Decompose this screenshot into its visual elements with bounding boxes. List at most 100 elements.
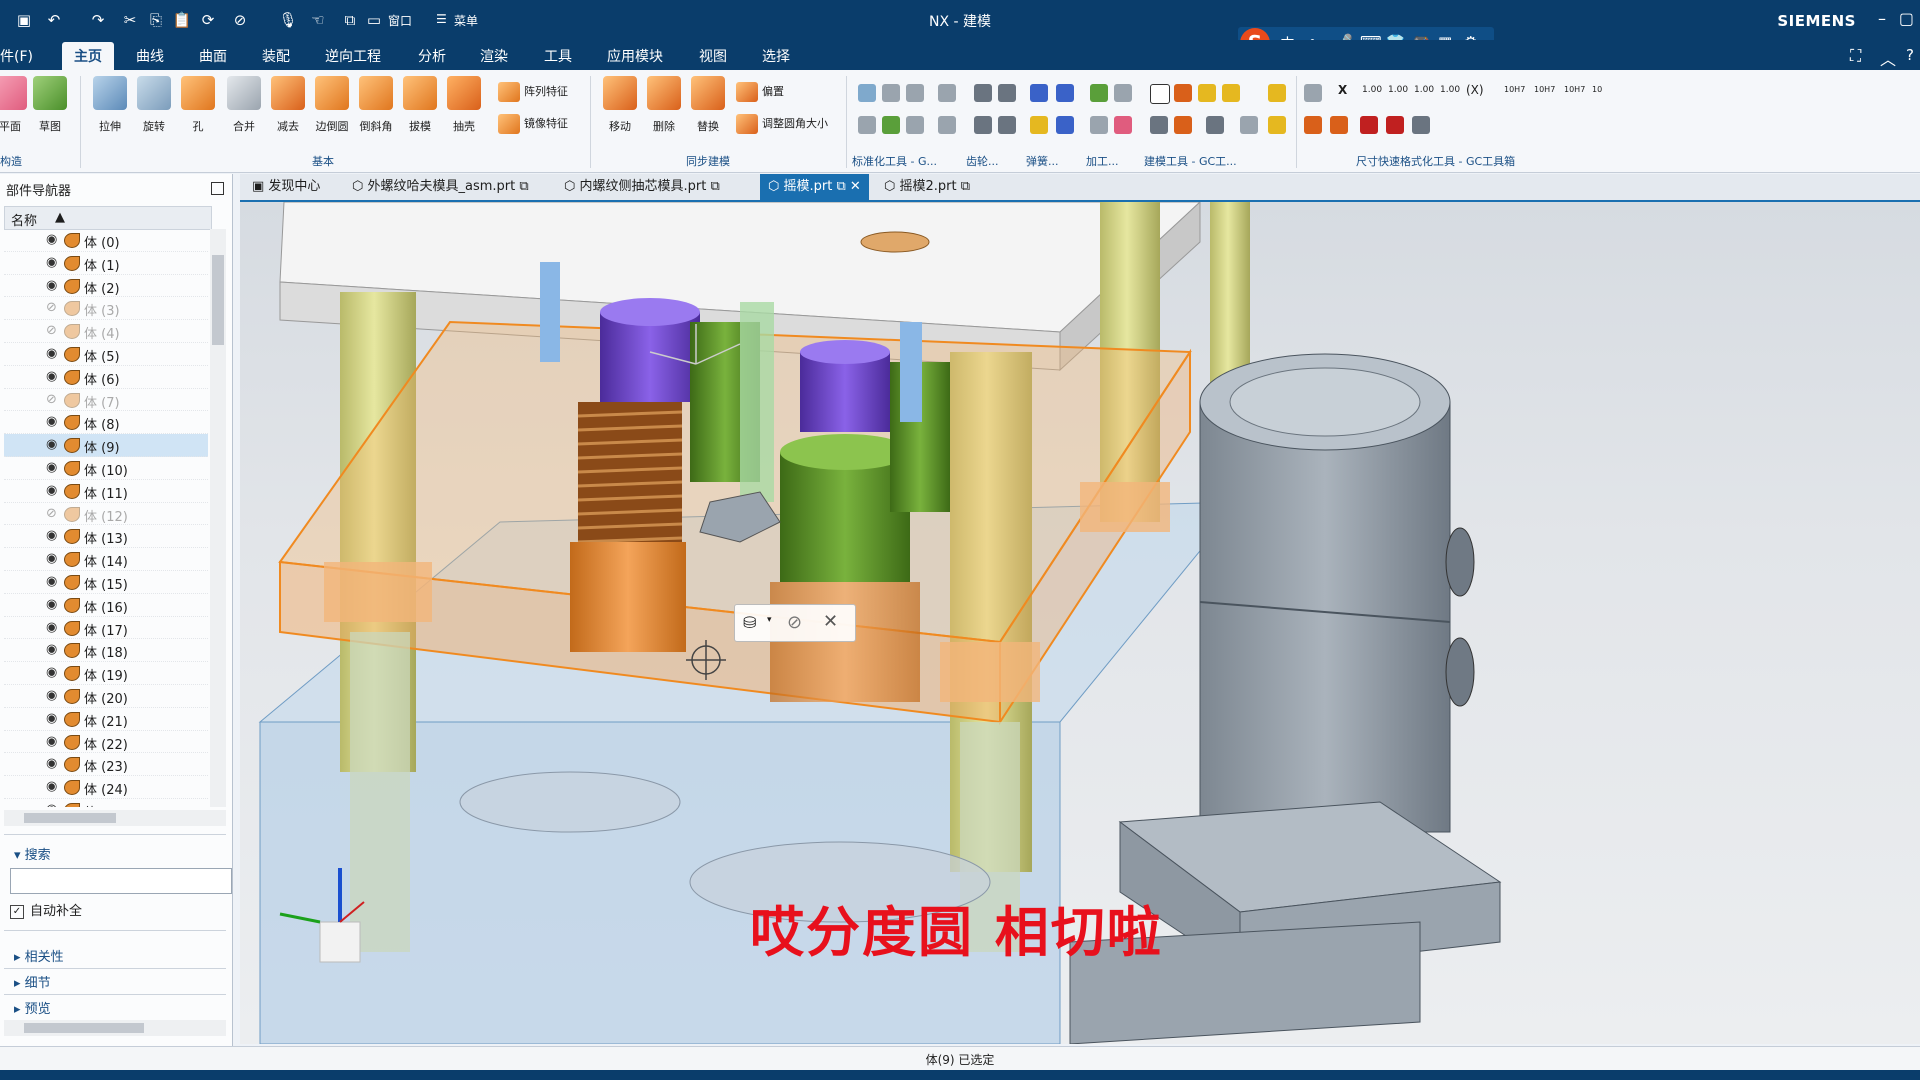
body-tree-node[interactable]: ⊘ 体 (3) — [4, 297, 208, 321]
body-tree-node[interactable]: ◉ 体 (2) — [4, 275, 208, 298]
group-spring-label[interactable]: 弹簧... — [1026, 153, 1059, 169]
hidden-eye-icon[interactable]: ⊘ — [46, 323, 57, 338]
dim-fit-2-button[interactable]: 10H7 — [1534, 78, 1555, 102]
tab-internal-thread-mold[interactable]: ⬡ 内螺纹侧抽芯模具.prt ⧉ — [556, 174, 728, 200]
draft-button[interactable]: 拔模 — [398, 76, 442, 134]
body-tree-node[interactable]: ◉ 体 (16) — [4, 594, 208, 617]
gc-tool-2-icon[interactable] — [1268, 116, 1286, 134]
std-tool-3-icon[interactable] — [906, 84, 924, 102]
popout-icon[interactable]: ⧉ — [706, 179, 719, 194]
visible-eye-icon[interactable]: ◉ — [46, 232, 57, 247]
revolve-button[interactable]: 旋转 — [132, 76, 176, 134]
popout-icon[interactable]: ⧉ — [832, 179, 845, 194]
help-icon[interactable]: ? — [1906, 46, 1914, 64]
subtract-button[interactable]: 减去 — [266, 76, 310, 134]
body-tree-node[interactable]: ◉ 体 (22) — [4, 731, 208, 754]
body-tree-node[interactable]: ◉ 体 (8) — [4, 411, 208, 435]
group-machining-label[interactable]: 加工... — [1086, 153, 1119, 169]
visible-eye-icon[interactable]: ◉ — [46, 734, 57, 749]
spring-tool-2-icon[interactable] — [1056, 84, 1074, 102]
scroll-thumb[interactable] — [24, 1023, 144, 1033]
visible-eye-icon[interactable]: ◉ — [46, 551, 57, 566]
name-column-header[interactable]: 名称 ▲ — [4, 206, 212, 230]
visible-eye-icon[interactable]: ◉ — [46, 665, 57, 680]
group-construct-label[interactable]: 构造 — [0, 153, 22, 169]
body-tree-node[interactable]: ◉ 体 (10) — [4, 457, 208, 480]
modeling-tool-1-icon[interactable] — [1150, 84, 1170, 104]
gear-tool-3-icon[interactable] — [974, 116, 992, 134]
collapse-ribbon-icon[interactable]: ︿ — [1880, 46, 1896, 70]
modeling-tool-4-icon[interactable] — [1222, 84, 1240, 102]
machining-tool-2-icon[interactable] — [1114, 84, 1132, 102]
fullscreen-icon[interactable]: ⛶ — [1850, 46, 1861, 66]
std-tool-1-icon[interactable] — [858, 84, 876, 102]
dropdown-icon[interactable]: ▾ — [767, 615, 772, 625]
shell-button[interactable]: 抽壳 — [442, 76, 486, 134]
navigator-horizontal-scrollbar[interactable] — [4, 810, 226, 826]
dim-fit-4-button[interactable]: 10 — [1592, 78, 1602, 102]
modeling-tool-8-icon[interactable] — [1240, 116, 1258, 134]
navigator-vertical-scrollbar[interactable] — [210, 229, 226, 807]
visible-eye-icon[interactable]: ◉ — [46, 255, 57, 270]
group-gear-label[interactable]: 齿轮... — [966, 153, 999, 169]
body-tree-node[interactable]: ◉ 体 (18) — [4, 639, 208, 663]
menu-surface[interactable]: 曲面 — [199, 46, 227, 66]
body-tree-node[interactable]: ◉ 体 (9) — [4, 434, 208, 457]
body-tree-node[interactable]: ◉ 体 (13) — [4, 525, 208, 549]
unite-button[interactable]: 合并 — [222, 76, 266, 134]
visible-eye-icon[interactable]: ◉ — [46, 802, 57, 807]
body-tree-node[interactable]: ◉ 体 (14) — [4, 548, 208, 571]
dim-format-2-button[interactable]: 1.00 — [1388, 78, 1408, 102]
body-tree-node[interactable]: ◉ 体 (0) — [4, 229, 208, 252]
dim-fit-3-button[interactable]: 10H7 — [1564, 78, 1585, 102]
body-tree-node[interactable]: ◉ 体 (6) — [4, 366, 208, 389]
body-tree-node[interactable]: ◉ 体 (23) — [4, 753, 208, 777]
menu-tools[interactable]: 工具 — [544, 46, 572, 66]
visible-eye-icon[interactable]: ◉ — [46, 369, 57, 384]
body-tree-node[interactable]: ⊘ 体 (12) — [4, 503, 208, 526]
body-tree-node[interactable]: ⊘ 体 (7) — [4, 389, 208, 412]
group-basic-label[interactable]: 基本 — [312, 153, 334, 169]
menu-curve[interactable]: 曲线 — [136, 46, 164, 66]
extrude-button[interactable]: 拉伸 — [88, 76, 132, 134]
visible-eye-icon[interactable]: ◉ — [46, 779, 57, 794]
spring-tool-3-icon[interactable] — [1030, 116, 1048, 134]
tab-yaomo2[interactable]: ⬡ 摇模2.prt ⧉ — [876, 174, 978, 200]
preview-section[interactable]: ▸ 预览 — [14, 998, 51, 1017]
dependencies-section[interactable]: ▸ 相关性 — [14, 946, 64, 965]
maximize-panel-icon[interactable] — [211, 182, 224, 195]
visible-eye-icon[interactable]: ◉ — [46, 437, 57, 452]
body-tree-node[interactable]: ◉ 体 (5) — [4, 343, 208, 366]
offset-region-button[interactable]: 偏置 — [736, 80, 784, 104]
visible-eye-icon[interactable]: ◉ — [46, 346, 57, 361]
body-tree-node[interactable]: ◉ 体 (19) — [4, 662, 208, 685]
menu-render[interactable]: 渲染 — [480, 46, 508, 66]
visible-eye-icon[interactable]: ◉ — [46, 460, 57, 475]
machining-tool-3-icon[interactable] — [1090, 116, 1108, 134]
gc-tool-1-icon[interactable] — [1268, 84, 1286, 102]
group-standard-label[interactable]: 标准化工具 - G... — [852, 153, 937, 169]
hidden-eye-icon[interactable]: ⊘ — [46, 506, 57, 521]
menu-file[interactable]: 件(F) — [0, 46, 33, 66]
dim-tool-5-icon[interactable] — [1386, 116, 1404, 134]
menu-applications[interactable]: 应用模块 — [607, 46, 663, 66]
dim-reference-button[interactable]: (X) — [1466, 78, 1484, 102]
hole-button[interactable]: 孔 — [176, 76, 220, 134]
bottom-horizontal-scrollbar[interactable] — [4, 1020, 226, 1036]
visible-eye-icon[interactable]: ◉ — [46, 278, 57, 293]
replace-face-button[interactable]: 替换 — [686, 76, 730, 134]
gear-tool-2-icon[interactable] — [998, 84, 1016, 102]
body-tree-node[interactable]: ◉ 体 (20) — [4, 685, 208, 708]
gear-tool-4-icon[interactable] — [998, 116, 1016, 134]
group-modeling-tools-label[interactable]: 建模工具 - GC工... — [1144, 153, 1237, 169]
edge-blend-button[interactable]: 边倒圆 — [310, 76, 354, 134]
dim-tool-1-icon[interactable] — [1304, 84, 1322, 102]
scroll-thumb[interactable] — [24, 813, 116, 823]
modeling-tool-6-icon[interactable] — [1174, 116, 1192, 134]
dim-fit-1-button[interactable]: 10H7 — [1504, 78, 1525, 102]
dim-tool-4-icon[interactable] — [1360, 116, 1378, 134]
body-tree-node[interactable]: ◉ 体 (15) — [4, 571, 208, 594]
std-tool-4-icon[interactable] — [938, 84, 956, 102]
minimize-icon[interactable]: – — [1878, 9, 1886, 28]
tab-yaomo[interactable]: ⬡ 摇模.prt ⧉ ✕ — [760, 174, 869, 200]
